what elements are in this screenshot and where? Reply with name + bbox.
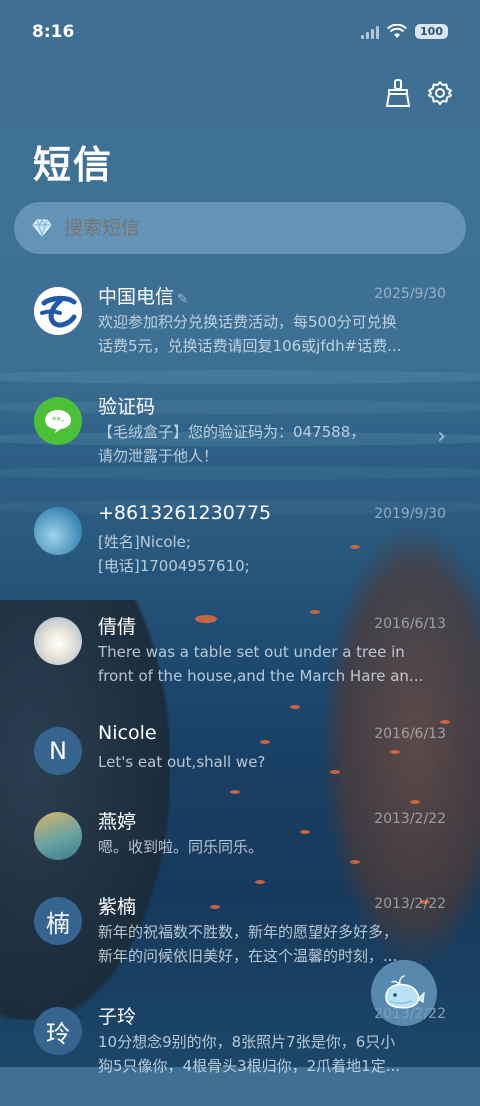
message-date: 2013/2/22: [374, 811, 446, 827]
search-bar[interactable]: [14, 202, 466, 254]
message-date: 2019/9/30: [374, 506, 446, 522]
message-date: 2013/2/22: [374, 896, 446, 912]
contact-name: 中国电信 ✎: [98, 286, 188, 308]
message-preview: Let's eat out,shall we?: [98, 753, 266, 771]
search-input[interactable]: [62, 216, 446, 240]
broom-icon[interactable]: [383, 78, 413, 108]
wifi-icon: [387, 24, 407, 38]
conversation-item[interactable]: +8613261230775 2019/9/30 [姓名]Nicole; [电话…: [0, 498, 480, 606]
edit-pencil-icon: ✎: [177, 292, 188, 307]
contact-name: +8613261230775: [98, 502, 272, 524]
contact-name: 燕婷: [98, 811, 137, 833]
signal-icon: [361, 25, 380, 39]
avatar: N: [34, 727, 82, 775]
verification-code-icon: **-: [34, 397, 82, 445]
message-preview: There was a table set out under a tree i…: [98, 643, 424, 685]
message-date: 2025/9/30: [374, 286, 446, 302]
message-preview: [姓名]Nicole; [电话]17004957610;: [98, 533, 250, 575]
message-preview: 【毛绒盒子】您的验证码为：047588， 请勿泄露于他人！: [98, 423, 366, 465]
new-message-button[interactable]: [371, 960, 437, 1026]
chevron-right-icon[interactable]: ›: [437, 424, 446, 449]
contact-name: 子玲: [98, 1006, 137, 1028]
status-icons: 100: [361, 24, 448, 39]
contact-name: Nicole: [98, 722, 157, 744]
contact-name: 验证码: [98, 396, 156, 418]
message-date: 2016/6/13: [374, 726, 446, 742]
polar-bear-photo: [34, 617, 82, 665]
ocean-photo: [34, 507, 82, 555]
avatar: 玲: [34, 1007, 82, 1055]
diamond-icon: [32, 218, 52, 238]
conversation-item[interactable]: 倩倩 2016/6/13 There was a table set out u…: [0, 608, 480, 716]
gear-icon[interactable]: [425, 78, 455, 108]
status-time: 8:16: [32, 22, 75, 42]
battery-indicator: 100: [415, 24, 448, 39]
conversation-item[interactable]: **- 验证码 【毛绒盒子】您的验证码为：047588， 请勿泄露于他人！ ›: [0, 388, 480, 496]
conversation-item[interactable]: 中国电信 ✎ 2025/9/30 欢迎参加积分兑换话费活动，每500分可兑换 话费…: [0, 278, 480, 386]
china-telecom-logo: [34, 287, 82, 335]
contact-name: 紫楠: [98, 896, 137, 918]
page-title: 短信: [33, 143, 114, 187]
message-preview: 欢迎参加积分兑换话费活动，每500分可兑换 话费5元，兑换话费请回复106或jf…: [98, 313, 402, 355]
message-preview: 嗯。收到啦。同乐同乐。: [98, 838, 264, 856]
landscape-photo: [34, 812, 82, 860]
avatar: 楠: [34, 897, 82, 945]
message-date: 2016/6/13: [374, 616, 446, 632]
svg-text:**-: **-: [52, 416, 64, 426]
whale-icon: [385, 975, 425, 1009]
contact-name: 倩倩: [98, 616, 137, 638]
message-preview: 10分想念9别的你，8张照片7张是你，6只小 狗5只像你，4根骨头3根归你，2爪…: [98, 1033, 401, 1075]
